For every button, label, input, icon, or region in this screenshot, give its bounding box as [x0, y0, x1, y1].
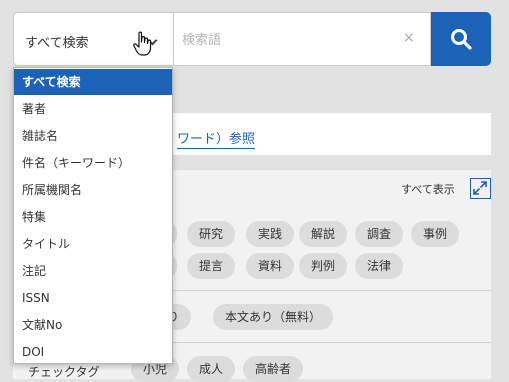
filter-chip[interactable]: 資料 [246, 253, 295, 279]
filter-chip[interactable]: 実践 [246, 221, 295, 247]
filter-chip[interactable]: 判例 [299, 253, 348, 279]
scope-option-title[interactable]: タイトル [14, 231, 172, 257]
show-all-link[interactable]: すべて表示 [401, 181, 455, 197]
check-tag-label: チェックタグ [28, 365, 100, 379]
scope-option-subject[interactable]: 件名（キーワード） [14, 150, 172, 176]
search-scope-label: すべて検索 [25, 36, 89, 51]
scope-option-author[interactable]: 著者 [14, 96, 172, 122]
scope-option-all[interactable]: すべて検索 [14, 69, 172, 95]
keyword-input[interactable] [180, 29, 390, 51]
search-icon [451, 29, 472, 50]
scope-option-doi[interactable]: DOI [14, 339, 172, 365]
search-button[interactable] [431, 12, 491, 66]
scope-option-journal[interactable]: 雑誌名 [14, 123, 172, 149]
filter-chip[interactable]: 事例 [411, 221, 460, 247]
scope-option-feature[interactable]: 特集 [14, 204, 172, 230]
filter-chip[interactable]: 法律 [355, 253, 404, 279]
filter-chip[interactable]: 高齢者 [243, 356, 304, 382]
clear-icon[interactable]: × [403, 30, 415, 46]
filter-chip[interactable]: 本文あり（無料） [213, 304, 334, 330]
expand-icon[interactable] [470, 178, 491, 199]
scope-option-affiliation[interactable]: 所属機関名 [14, 177, 172, 203]
filter-chip[interactable]: 調査 [355, 221, 404, 247]
filter-chip[interactable]: 解説 [299, 221, 348, 247]
filter-chip[interactable]: 成人 [187, 356, 236, 382]
filter-chip[interactable]: 研究 [187, 221, 236, 247]
scope-option-issn[interactable]: ISSN [14, 285, 172, 311]
pointer-cursor-icon [133, 31, 152, 56]
search-bar: すべて検索 × [13, 12, 491, 66]
scope-dropdown-menu: すべて検索 著者 雑誌名 件名（キーワード） 所属機関名 特集 タイトル 注記 … [13, 67, 173, 364]
keyword-field: × [173, 12, 431, 66]
scope-option-document-no[interactable]: 文献No [14, 312, 172, 338]
scope-option-note[interactable]: 注記 [14, 258, 172, 284]
filter-chip[interactable]: 提言 [187, 253, 236, 279]
keyword-reference-link[interactable]: ワード）参照 [177, 128, 256, 149]
